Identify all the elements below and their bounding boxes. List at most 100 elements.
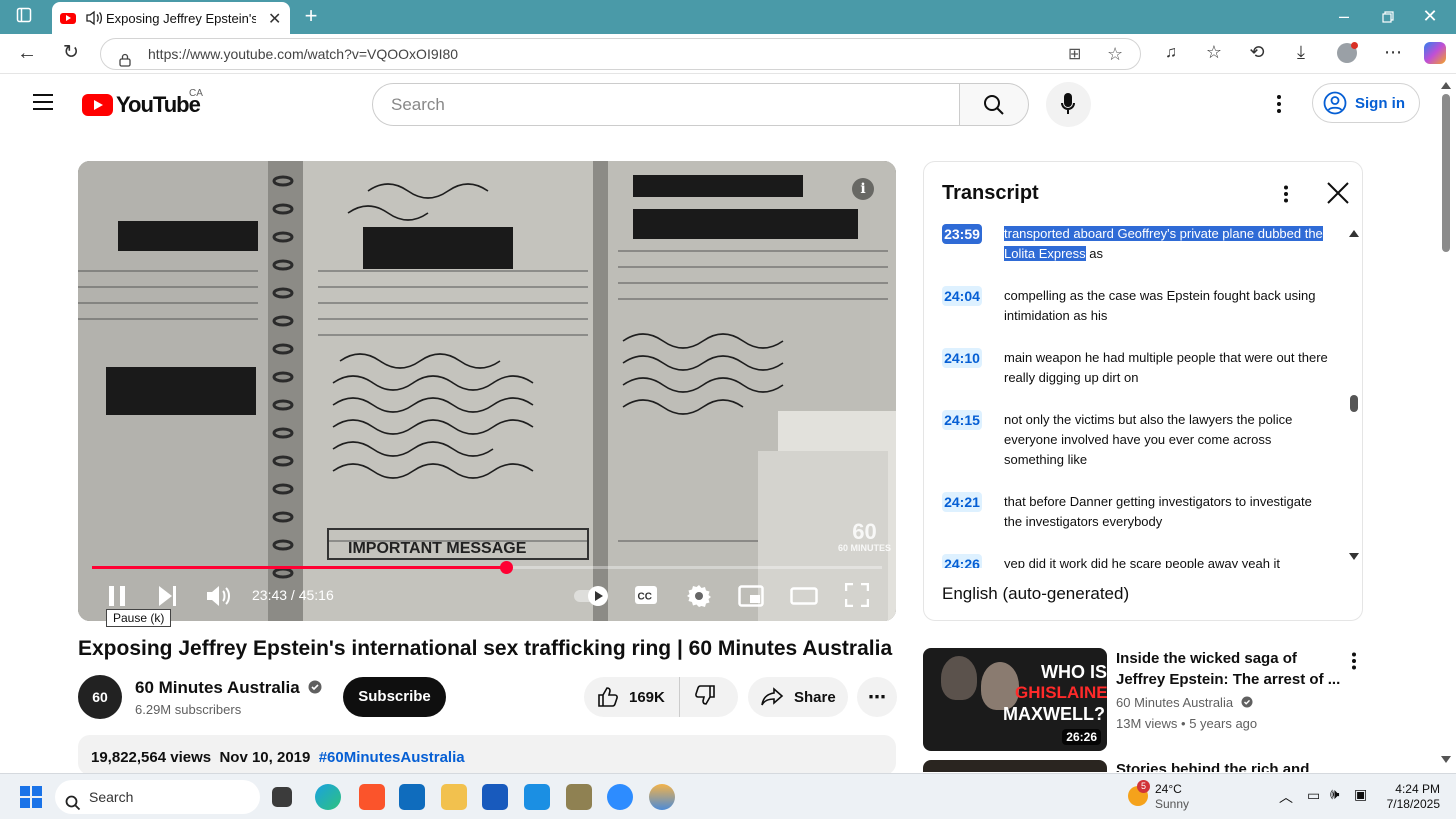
subscribe-button[interactable]: Subscribe bbox=[343, 677, 446, 717]
page-scrollbar[interactable] bbox=[1440, 80, 1452, 769]
verified-badge-icon bbox=[1241, 696, 1253, 708]
read-aloud-icon[interactable]: ♫ bbox=[1159, 43, 1183, 63]
channel-avatar[interactable]: 60 bbox=[78, 675, 122, 719]
tab-actions-icon[interactable] bbox=[12, 7, 36, 27]
clock-date: 7/18/2025 bbox=[1386, 797, 1440, 811]
copilot-icon[interactable] bbox=[1424, 42, 1446, 64]
progress-bar[interactable] bbox=[92, 561, 882, 574]
word-icon[interactable] bbox=[482, 784, 508, 810]
downloads-icon[interactable]: ⤓ bbox=[1289, 42, 1313, 62]
taskbar-search[interactable]: Search bbox=[55, 780, 260, 814]
minimize-icon[interactable]: – bbox=[1332, 6, 1356, 26]
recommendation-views: 13M views bbox=[1116, 716, 1178, 731]
taskbar-search-label: Search bbox=[89, 789, 134, 805]
recommendation-title[interactable]: Stories behind the rich and bbox=[1116, 760, 1309, 772]
more-actions-button[interactable]: ⋯ bbox=[857, 677, 897, 717]
weather-widget[interactable]: 24°C Sunny bbox=[1155, 782, 1189, 812]
transcript-segment[interactable]: 24:10 main weapon he had multiple people… bbox=[942, 348, 1332, 388]
new-tab-icon[interactable]: + bbox=[299, 5, 323, 27]
voice-search-button[interactable] bbox=[1046, 82, 1091, 127]
transcript-segment[interactable]: 24:04 compelling as the case was Epstein… bbox=[942, 286, 1332, 326]
recommendation-thumbnail[interactable] bbox=[923, 760, 1107, 772]
recommendation-more-icon[interactable] bbox=[1351, 652, 1357, 675]
close-tab-icon[interactable]: ✕ bbox=[268, 9, 281, 29]
theater-mode-icon[interactable] bbox=[790, 587, 818, 610]
archive-app-icon[interactable] bbox=[566, 784, 592, 810]
recommendation-age: 5 years ago bbox=[1189, 716, 1258, 731]
settings-menu-icon[interactable] bbox=[1276, 94, 1282, 119]
refresh-icon[interactable]: ↻ bbox=[59, 43, 83, 63]
network-icon[interactable]: ▭ bbox=[1307, 787, 1320, 804]
info-icon[interactable]: i bbox=[852, 178, 874, 200]
like-button[interactable]: 169K bbox=[584, 677, 680, 717]
volume-tray-icon[interactable]: 🕪 bbox=[1330, 786, 1339, 803]
progress-scrubber[interactable] bbox=[499, 561, 513, 574]
scroll-down-arrow-icon[interactable] bbox=[1441, 756, 1451, 763]
volume-icon[interactable] bbox=[206, 584, 232, 613]
scroll-up-arrow-icon[interactable] bbox=[1441, 82, 1451, 89]
history-icon[interactable]: ⟲ bbox=[1245, 42, 1269, 62]
youtube-logo[interactable]: YouTube bbox=[82, 92, 201, 118]
zoom-icon[interactable] bbox=[607, 784, 633, 810]
fullscreen-icon[interactable] bbox=[844, 582, 870, 612]
battery-icon[interactable]: ▣ bbox=[1354, 786, 1367, 803]
brave-icon[interactable] bbox=[359, 784, 385, 810]
menu-hamburger-icon[interactable] bbox=[33, 94, 53, 115]
transcript-segment[interactable]: 24:21 that before Danner getting investi… bbox=[942, 492, 1332, 532]
restore-icon[interactable] bbox=[1376, 7, 1400, 27]
thumbnail-figure-1 bbox=[941, 656, 977, 700]
transcript-scroll-up-icon[interactable] bbox=[1349, 230, 1359, 237]
transcript-scroll-down-icon[interactable] bbox=[1349, 553, 1359, 560]
transcript-language-select[interactable]: English (auto-generated) bbox=[942, 584, 1129, 604]
speaker-icon[interactable] bbox=[85, 10, 103, 29]
url-field[interactable]: https://www.youtube.com/watch?v=VQOOxOI9… bbox=[100, 38, 1141, 70]
task-view-icon[interactable] bbox=[272, 787, 292, 807]
vpn-app-icon[interactable] bbox=[524, 784, 550, 810]
show-hidden-icons-chevron-icon[interactable]: ︿ bbox=[1279, 787, 1293, 807]
search-button[interactable] bbox=[959, 83, 1029, 126]
transcript-more-icon[interactable] bbox=[1283, 185, 1289, 208]
hashtag-link[interactable]: #60MinutesAustralia bbox=[319, 749, 465, 766]
windows-start-icon[interactable] bbox=[20, 786, 42, 813]
share-button[interactable]: Share bbox=[748, 677, 848, 717]
app-available-icon[interactable]: ⊞ bbox=[1068, 40, 1081, 70]
transcript-segment[interactable]: 23:59 transported aboard Geoffrey's priv… bbox=[942, 224, 1332, 264]
video-title: Exposing Jeffrey Epstein's international… bbox=[78, 637, 893, 660]
back-icon[interactable]: ← bbox=[15, 43, 39, 63]
weather-app-icon[interactable] bbox=[649, 784, 675, 810]
recommendation-channel[interactable]: 60 Minutes Australia bbox=[1116, 695, 1253, 710]
settings-gear-icon[interactable] bbox=[687, 584, 711, 613]
tab-title: Exposing Jeffrey Epstein's int bbox=[106, 10, 256, 26]
favorite-star-icon[interactable]: ☆ bbox=[1107, 39, 1123, 69]
pause-button[interactable] bbox=[108, 585, 126, 612]
lock-icon[interactable] bbox=[119, 47, 131, 77]
dislike-button[interactable] bbox=[680, 684, 716, 710]
outlook-icon[interactable] bbox=[399, 784, 425, 810]
segment-timestamp: 23:59 bbox=[942, 224, 982, 244]
close-window-icon[interactable]: ✕ bbox=[1418, 6, 1442, 26]
search-input[interactable]: Search bbox=[372, 83, 960, 126]
transcript-scroll-thumb[interactable] bbox=[1350, 395, 1358, 412]
video-player[interactable]: IMPORTANT MESSAGE i 60 60 MINUTES 23:43 /… bbox=[78, 161, 896, 621]
file-explorer-icon[interactable] bbox=[441, 784, 467, 810]
autoplay-toggle[interactable] bbox=[573, 585, 609, 612]
favorites-icon[interactable]: ☆ bbox=[1202, 42, 1226, 62]
scroll-thumb[interactable] bbox=[1442, 94, 1450, 252]
transcript-segment[interactable]: 24:15 not only the victims but also the … bbox=[942, 410, 1332, 470]
more-options-icon[interactable]: ⋯ bbox=[1381, 42, 1405, 62]
browser-tab[interactable]: Exposing Jeffrey Epstein's int ✕ bbox=[52, 2, 290, 34]
next-button[interactable] bbox=[158, 585, 178, 612]
subtitles-cc-icon[interactable]: CC bbox=[634, 585, 658, 610]
miniplayer-icon[interactable] bbox=[738, 585, 764, 612]
upload-date: Nov 10, 2019 bbox=[219, 749, 311, 766]
channel-name[interactable]: 60 Minutes Australia bbox=[135, 678, 322, 698]
close-transcript-icon[interactable] bbox=[1327, 182, 1349, 209]
recommendation-thumbnail[interactable]: WHO IS GHISLAINE MAXWELL? 26:26 bbox=[923, 648, 1107, 751]
description-box[interactable]: 19,822,564 views Nov 10, 2019 #60Minutes… bbox=[78, 735, 896, 775]
like-dislike-group: 169K bbox=[584, 677, 738, 717]
edge-icon[interactable] bbox=[315, 784, 341, 810]
transcript-segment[interactable]: 24:26 yep did it work did he scare peopl… bbox=[942, 554, 1332, 568]
system-clock[interactable]: 4:24 PM 7/18/2025 bbox=[1380, 782, 1440, 812]
recommendation-title[interactable]: Inside the wicked saga of Jeffrey Epstei… bbox=[1116, 648, 1341, 690]
sign-in-button[interactable]: Sign in bbox=[1312, 83, 1420, 123]
